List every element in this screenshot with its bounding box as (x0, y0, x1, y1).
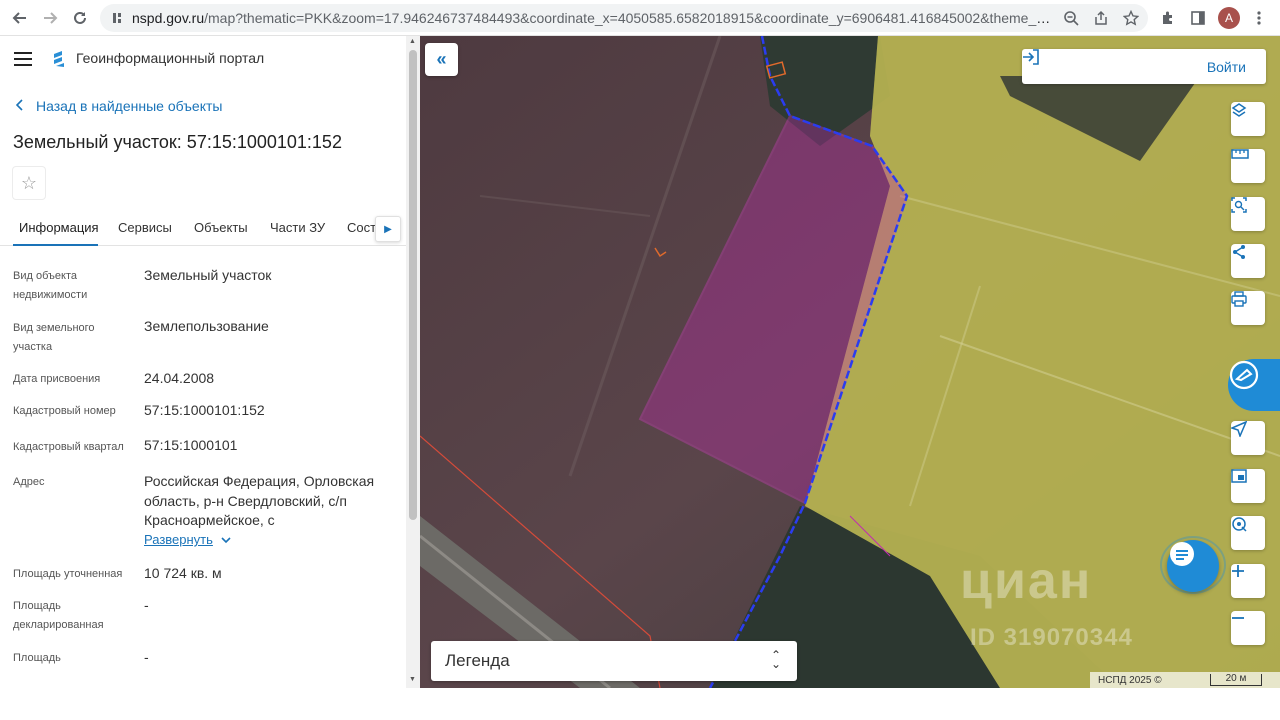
value-assign-date: 24.04.2008 (144, 370, 215, 386)
share-icon[interactable] (1231, 244, 1265, 278)
side-panel-tab-icon[interactable] (1228, 359, 1280, 411)
browser-menu-icon[interactable] (1248, 7, 1270, 29)
expand-address-link[interactable]: Развернуть (144, 532, 231, 547)
legend-expand-icon[interactable]: ⌃ ⌄ (771, 649, 781, 670)
map-view[interactable]: « Войти циан ID 319070344 Легенда ⌃ ⌄ НС… (420, 36, 1280, 688)
browser-toolbar: nspd.gov.ru/map?thematic=PKK&zoom=17.946… (0, 0, 1280, 36)
legend-label: Легенда (445, 651, 510, 670)
extensions-icon[interactable] (1157, 7, 1179, 29)
value-land-type: Землепользование (144, 318, 269, 334)
value-area-refined: 10 724 кв. м (144, 565, 222, 581)
label-address: Адрес (13, 476, 45, 488)
label-assign-date: Дата присвоения (13, 373, 101, 385)
sidebar-scrollbar[interactable]: ▲ ▼ (406, 36, 420, 688)
satellite-map (420, 36, 1280, 688)
chevron-down-icon (221, 532, 231, 547)
side-panel-icon[interactable] (1187, 7, 1209, 29)
profile-avatar[interactable]: A (1218, 7, 1240, 29)
cian-watermark: циан (960, 552, 1093, 610)
login-button[interactable]: Войти (1022, 49, 1266, 84)
tabs-scroll-right-icon[interactable]: ▶ (375, 216, 401, 242)
reload-icon[interactable] (68, 6, 92, 30)
active-tab-indicator (13, 244, 98, 246)
tab-objects[interactable]: Объекты (194, 220, 248, 235)
site-info-icon[interactable] (108, 9, 126, 27)
share-page-icon[interactable] (1092, 9, 1110, 27)
tab-composition[interactable]: Состав (347, 220, 375, 235)
info-tabs: Информация Сервисы Объекты Части ЗУ Сост… (0, 212, 406, 246)
zoom-out-icon[interactable] (1231, 611, 1265, 645)
tab-parts[interactable]: Части ЗУ (270, 220, 325, 235)
scrollbar-thumb[interactable] (409, 50, 417, 520)
chevron-left-icon (15, 98, 24, 114)
legend-panel[interactable]: Легенда ⌃ ⌄ (431, 641, 797, 681)
area-select-icon[interactable] (1231, 197, 1265, 231)
favorite-star-icon[interactable]: ☆ (12, 166, 46, 200)
cian-watermark-id: ID 319070344 (970, 624, 1133, 651)
print-icon[interactable] (1231, 291, 1265, 325)
zoom-in-icon[interactable] (1231, 564, 1265, 598)
layers-icon[interactable] (1231, 102, 1265, 136)
value-area-declared: - (144, 597, 149, 613)
ruler-icon[interactable] (1231, 149, 1265, 183)
portal-header: Геоинформационный портал (0, 36, 406, 86)
scroll-down-icon[interactable]: ▼ (409, 676, 416, 683)
label-cadastral-number: Кадастровый номер (13, 405, 116, 417)
login-label: Войти (1206, 58, 1246, 75)
label-area-declared: Площадь декларированная (13, 600, 104, 631)
bookmark-star-icon[interactable] (1122, 9, 1140, 27)
label-land-type: Вид земельного участка (13, 322, 95, 353)
value-cadastral-quarter: 57:15:1000101 (144, 437, 238, 453)
value-address: Российская Федерация, Орловская область,… (144, 473, 375, 528)
back-link-label: Назад в найденные объекты (36, 98, 223, 114)
search-location-icon[interactable] (1231, 516, 1265, 550)
value-area: - (144, 649, 149, 665)
menu-icon[interactable] (14, 52, 32, 66)
value-cadastral-number: 57:15:1000101:152 (144, 402, 265, 418)
portal-logo-icon (52, 50, 68, 68)
label-cadastral-quarter: Кадастровый квартал (13, 441, 124, 453)
scroll-up-icon[interactable]: ▲ (409, 38, 416, 45)
zoom-icon[interactable] (1062, 9, 1080, 27)
object-title: Земельный участок: 57:15:1000101:152 (13, 132, 342, 152)
label-area: Площадь (13, 652, 61, 664)
expand-label: Развернуть (144, 532, 213, 547)
window-bottom (0, 688, 1280, 720)
url-path: /map?thematic=PKK&zoom=17.94624673748449… (204, 10, 1052, 26)
minimap-icon[interactable] (1231, 469, 1265, 503)
tab-services[interactable]: Сервисы (118, 220, 172, 235)
label-area-refined: Площадь уточненная (13, 568, 123, 580)
back-arrow-icon[interactable] (8, 6, 32, 30)
info-sidebar: Геоинформационный портал Назад в найденн… (0, 36, 420, 688)
collapse-panel-icon[interactable]: « (425, 43, 458, 76)
forward-arrow-icon[interactable] (38, 6, 62, 30)
portal-title: Геоинформационный портал (76, 50, 265, 66)
address-bar[interactable]: nspd.gov.ru/map?thematic=PKK&zoom=17.946… (100, 4, 1148, 32)
chat-icon[interactable] (1167, 540, 1219, 592)
back-to-results-link[interactable]: Назад в найденные объекты (15, 98, 223, 114)
url-text[interactable]: nspd.gov.ru/map?thematic=PKK&zoom=17.946… (132, 10, 1052, 26)
label-object-type: Вид объекта недвижимости (13, 270, 88, 301)
url-domain: nspd.gov.ru (132, 10, 205, 26)
tab-info[interactable]: Информация (19, 220, 99, 235)
value-object-type: Земельный участок (144, 267, 272, 283)
map-scale: 20 м (1210, 674, 1262, 686)
locate-icon[interactable] (1231, 421, 1265, 455)
